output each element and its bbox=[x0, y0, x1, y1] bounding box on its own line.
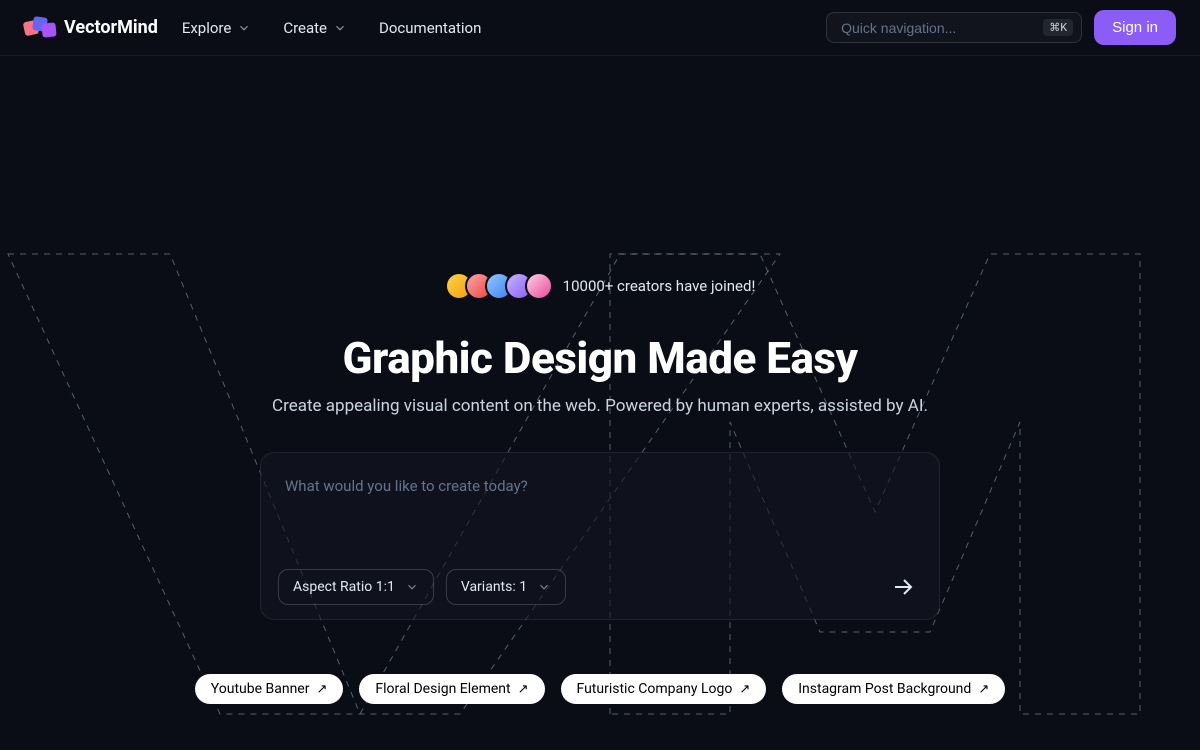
prompt-box: Aspect Ratio 1:1 Variants: 1 bbox=[260, 452, 940, 620]
search-input[interactable] bbox=[841, 20, 1035, 36]
header: VectorMind Explore Create Documentation … bbox=[0, 0, 1200, 56]
creators-text: 10000+ creators have joined! bbox=[563, 277, 756, 295]
avatar bbox=[525, 272, 553, 300]
brand-name: VectorMind bbox=[64, 17, 158, 38]
search-input-wrapper[interactable]: ⌘K bbox=[826, 12, 1082, 43]
hero: 10000+ creators have joined! Graphic Des… bbox=[0, 56, 1200, 704]
suggestion-pill[interactable]: Futuristic Company Logo ↗ bbox=[561, 674, 767, 704]
prompt-textarea[interactable] bbox=[285, 477, 915, 547]
arrow-up-right-icon: ↗ bbox=[978, 682, 989, 697]
suggestion-label: Futuristic Company Logo bbox=[577, 681, 733, 697]
nav-create[interactable]: Create bbox=[283, 19, 347, 37]
aspect-ratio-label: Aspect Ratio 1:1 bbox=[293, 579, 395, 595]
logo-icon bbox=[24, 17, 56, 39]
nav-create-label: Create bbox=[283, 19, 327, 37]
signin-button[interactable]: Sign in bbox=[1094, 10, 1176, 45]
arrow-up-right-icon: ↗ bbox=[518, 682, 529, 697]
chevron-down-icon bbox=[237, 21, 251, 35]
suggestion-label: Youtube Banner bbox=[211, 681, 310, 697]
chevron-down-icon bbox=[333, 21, 347, 35]
arrow-right-icon bbox=[891, 575, 915, 599]
nav-explore[interactable]: Explore bbox=[182, 19, 252, 37]
shortcut-badge: ⌘K bbox=[1043, 19, 1073, 36]
page-subtitle: Create appealing visual content on the w… bbox=[272, 396, 928, 416]
chevron-down-icon bbox=[537, 580, 551, 594]
variants-label: Variants: 1 bbox=[461, 579, 527, 595]
main-nav: Explore Create Documentation bbox=[182, 19, 482, 37]
nav-explore-label: Explore bbox=[182, 19, 232, 37]
nav-docs-label: Documentation bbox=[379, 19, 481, 37]
submit-button[interactable] bbox=[884, 568, 922, 606]
arrow-up-right-icon: ↗ bbox=[739, 682, 750, 697]
creators-row: 10000+ creators have joined! bbox=[445, 272, 756, 300]
suggestion-label: Floral Design Element bbox=[375, 681, 510, 697]
suggestion-pill[interactable]: Instagram Post Background ↗ bbox=[782, 674, 1005, 704]
suggestion-pill[interactable]: Floral Design Element ↗ bbox=[359, 674, 544, 704]
prompt-controls: Aspect Ratio 1:1 Variants: 1 bbox=[278, 568, 922, 606]
arrow-up-right-icon: ↗ bbox=[316, 682, 327, 697]
suggestion-label: Instagram Post Background bbox=[798, 681, 971, 697]
page-title: Graphic Design Made Easy bbox=[343, 332, 858, 384]
avatar-stack bbox=[445, 272, 553, 300]
header-right: ⌘K Sign in bbox=[826, 10, 1176, 45]
suggestion-row: Youtube Banner ↗ Floral Design Element ↗… bbox=[195, 674, 1005, 704]
chevron-down-icon bbox=[405, 580, 419, 594]
brand[interactable]: VectorMind bbox=[24, 17, 158, 39]
aspect-ratio-select[interactable]: Aspect Ratio 1:1 bbox=[278, 569, 434, 605]
nav-docs[interactable]: Documentation bbox=[379, 19, 481, 37]
suggestion-pill[interactable]: Youtube Banner ↗ bbox=[195, 674, 344, 704]
variants-select[interactable]: Variants: 1 bbox=[446, 569, 566, 605]
